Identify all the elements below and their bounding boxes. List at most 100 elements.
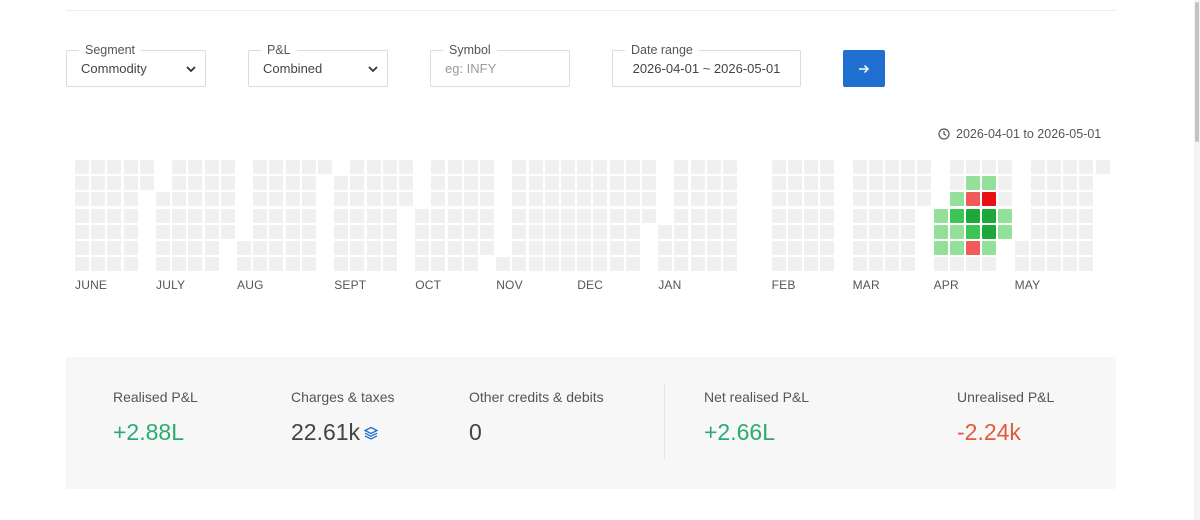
heatmap-day <box>771 176 786 191</box>
heatmap-day-active[interactable] <box>966 241 980 255</box>
heatmap-day <box>237 241 251 255</box>
heatmap-day <box>204 176 219 191</box>
heatmap-day <box>593 160 608 174</box>
heatmap-day <box>188 241 203 255</box>
heatmap-day-active[interactable] <box>933 208 948 223</box>
heatmap-day <box>1079 224 1094 239</box>
symbol-input[interactable]: Symbol eg: INFY <box>430 43 570 87</box>
heatmap-day <box>156 241 170 255</box>
heatmap-day <box>723 192 737 207</box>
heatmap-day <box>561 160 575 174</box>
heatmap-day <box>91 241 106 255</box>
heatmap-day <box>1079 257 1094 272</box>
heatmap-day <box>399 192 413 207</box>
net-realised-label: Net realised P&L <box>704 389 810 405</box>
layers-icon[interactable] <box>364 426 379 440</box>
heatmap-day <box>334 257 349 272</box>
heatmap-day <box>1063 257 1078 272</box>
net-realised-stat: Net realised P&L +2.66L <box>704 389 809 446</box>
heatmap-day <box>820 176 835 191</box>
segment-label: Segment <box>79 43 142 57</box>
heatmap-day <box>512 224 527 239</box>
heatmap-day <box>771 208 786 223</box>
heatmap-day <box>463 241 478 255</box>
heatmap-day <box>593 192 608 207</box>
heatmap-day <box>204 160 219 174</box>
heatmap-day-active[interactable] <box>982 192 997 207</box>
heatmap-day <box>463 224 478 239</box>
pnl-select[interactable]: P&L Combined <box>248 43 388 87</box>
heatmap-day <box>787 241 802 255</box>
heatmap-day <box>431 224 446 239</box>
heatmap-day <box>771 192 786 207</box>
apply-filters-button[interactable] <box>843 50 885 87</box>
heatmap-day-active[interactable] <box>966 192 980 207</box>
heatmap-day <box>123 241 138 255</box>
heatmap-day <box>933 257 948 272</box>
heatmap-day <box>285 257 300 272</box>
heatmap-day <box>123 176 138 191</box>
heatmap-day <box>107 176 122 191</box>
scrollbar-thumb[interactable] <box>1195 2 1199 142</box>
heatmap-day <box>350 208 365 223</box>
heatmap-day <box>188 208 203 223</box>
heatmap-day <box>561 208 575 223</box>
heatmap-day <box>982 257 997 272</box>
heatmap-day-active[interactable] <box>933 224 948 239</box>
heatmap-day-active[interactable] <box>949 224 964 239</box>
heatmap-day <box>868 241 883 255</box>
heatmap-day-active[interactable] <box>933 241 948 255</box>
heatmap-day <box>528 176 543 191</box>
heatmap-day-active[interactable] <box>982 241 997 255</box>
heatmap-day <box>269 224 284 239</box>
heatmap-day <box>1079 160 1094 174</box>
heatmap-day <box>204 257 219 272</box>
heatmap-day <box>285 192 300 207</box>
page-scrollbar[interactable] <box>1194 0 1200 520</box>
heatmap-day <box>301 192 316 207</box>
heatmap-day-active[interactable] <box>949 192 964 207</box>
heatmap-day <box>220 176 235 191</box>
heatmap-day <box>658 241 673 255</box>
heatmap-day <box>690 257 705 272</box>
date-range-field[interactable]: Date range 2026-04-01 ~ 2026-05-01 <box>612 43 801 87</box>
heatmap-day <box>285 224 300 239</box>
heatmap-day <box>172 176 187 191</box>
heatmap-day-active[interactable] <box>998 208 1013 223</box>
heatmap-day <box>593 224 608 239</box>
heatmap-day <box>172 257 187 272</box>
heatmap-day-active[interactable] <box>982 208 997 223</box>
heatmap-day-active[interactable] <box>966 176 980 191</box>
heatmap-day <box>253 160 268 174</box>
heatmap-day <box>334 224 349 239</box>
heatmap-day <box>544 257 559 272</box>
heatmap-day-active[interactable] <box>966 208 980 223</box>
heatmap-day <box>577 257 592 272</box>
heatmap-day <box>75 241 89 255</box>
segment-select[interactable]: Segment Commodity <box>66 43 206 87</box>
heatmap-day <box>285 176 300 191</box>
heatmap-day-active[interactable] <box>949 208 964 223</box>
heatmap-day <box>188 192 203 207</box>
charges-stat: Charges & taxes 22.61k <box>291 389 395 446</box>
heatmap-day <box>156 192 170 207</box>
heatmap-day <box>544 224 559 239</box>
heatmap-day <box>1047 192 1061 207</box>
heatmap-day <box>463 160 478 174</box>
heatmap-day-active[interactable] <box>982 176 997 191</box>
heatmap-day <box>220 160 235 174</box>
heatmap-day <box>674 160 689 174</box>
heatmap-day <box>1063 241 1078 255</box>
heatmap-day-active[interactable] <box>998 224 1013 239</box>
heatmap-day <box>1030 160 1045 174</box>
heatmap-day <box>366 257 381 272</box>
heatmap-day <box>544 176 559 191</box>
heatmap-day <box>220 192 235 207</box>
heatmap-day-active[interactable] <box>949 241 964 255</box>
heatmap-day-active[interactable] <box>966 224 980 239</box>
heatmap-day <box>253 176 268 191</box>
heatmap-day <box>107 192 122 207</box>
heatmap-day <box>350 192 365 207</box>
heatmap-day <box>544 160 559 174</box>
heatmap-day-active[interactable] <box>982 224 997 239</box>
